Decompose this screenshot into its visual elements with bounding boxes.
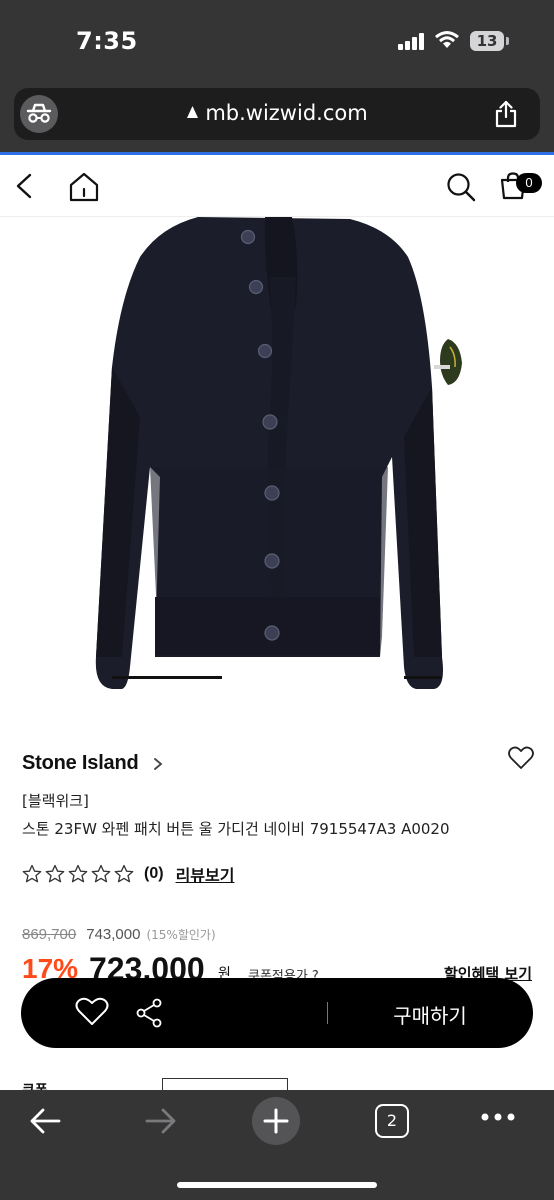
home-indicator bbox=[177, 1182, 377, 1188]
buy-button[interactable]: 구매하기 bbox=[327, 1000, 533, 1029]
product-title: 스톤 23FW 와펜 패치 버튼 울 가디건 네이비 7915547A3 A00… bbox=[22, 820, 450, 838]
purchase-bar: 구매하기 bbox=[21, 978, 533, 1048]
back-icon[interactable] bbox=[12, 173, 36, 199]
share-icon[interactable] bbox=[135, 998, 163, 1028]
signal-icon bbox=[398, 32, 428, 50]
tabs-icon[interactable]: 2 bbox=[375, 1104, 409, 1138]
share-icon[interactable] bbox=[494, 100, 518, 128]
site-header bbox=[0, 155, 554, 217]
cart-count-badge: 0 bbox=[516, 173, 542, 193]
wifi-icon bbox=[435, 31, 459, 48]
price-row: 869,700 743,000 (15%할인가) bbox=[22, 926, 216, 943]
product-category: [블랙위크] bbox=[22, 792, 89, 810]
arrow-left-icon[interactable] bbox=[28, 1106, 62, 1136]
url-text: mb.wizwid.com bbox=[205, 101, 368, 125]
more-icon[interactable] bbox=[480, 1112, 516, 1122]
cardigan-photo bbox=[95, 217, 462, 689]
search-icon[interactable] bbox=[446, 172, 476, 202]
lock-icon bbox=[187, 106, 199, 118]
coupon-select-row: 쿠폰 bbox=[0, 1078, 554, 1090]
browser-top-chrome: 7:35 13 mb.wizwid.com bbox=[0, 0, 554, 152]
sale-price: 743,000 bbox=[86, 926, 141, 943]
star-icon bbox=[68, 864, 88, 883]
url-bar[interactable]: mb.wizwid.com bbox=[14, 88, 540, 140]
battery-tip bbox=[506, 37, 509, 45]
star-icon bbox=[91, 864, 111, 883]
rating-stars bbox=[22, 864, 134, 884]
rating-row: (0) 리뷰보기 bbox=[22, 862, 234, 886]
sale-rate: (15%할인가) bbox=[146, 928, 216, 942]
product-image[interactable] bbox=[0, 217, 554, 695]
wishlist-heart-icon[interactable] bbox=[508, 746, 534, 770]
url-display[interactable]: mb.wizwid.com bbox=[14, 101, 540, 125]
gallery-indicator bbox=[404, 676, 442, 679]
arrow-right-icon[interactable] bbox=[144, 1106, 178, 1136]
battery-level: 13 bbox=[470, 31, 504, 51]
brand-link[interactable]: Stone Island bbox=[22, 752, 163, 775]
plus-icon bbox=[263, 1108, 289, 1134]
new-tab-button[interactable] bbox=[252, 1097, 300, 1145]
coupon-select[interactable] bbox=[162, 1078, 288, 1090]
star-icon bbox=[114, 864, 134, 883]
brand-name: Stone Island bbox=[22, 752, 139, 774]
review-count: (0) bbox=[144, 865, 164, 882]
star-icon bbox=[22, 864, 42, 883]
star-icon bbox=[45, 864, 65, 883]
coupon-label: 쿠폰 bbox=[22, 1080, 48, 1090]
chevron-right-icon bbox=[153, 757, 162, 770]
review-link[interactable]: 리뷰보기 bbox=[176, 862, 235, 886]
gallery-indicator-active bbox=[112, 676, 222, 679]
home-icon[interactable] bbox=[68, 172, 100, 202]
wishlist-heart-icon[interactable] bbox=[75, 997, 109, 1027]
status-time: 7:35 bbox=[76, 27, 138, 55]
original-price: 869,700 bbox=[22, 926, 77, 943]
